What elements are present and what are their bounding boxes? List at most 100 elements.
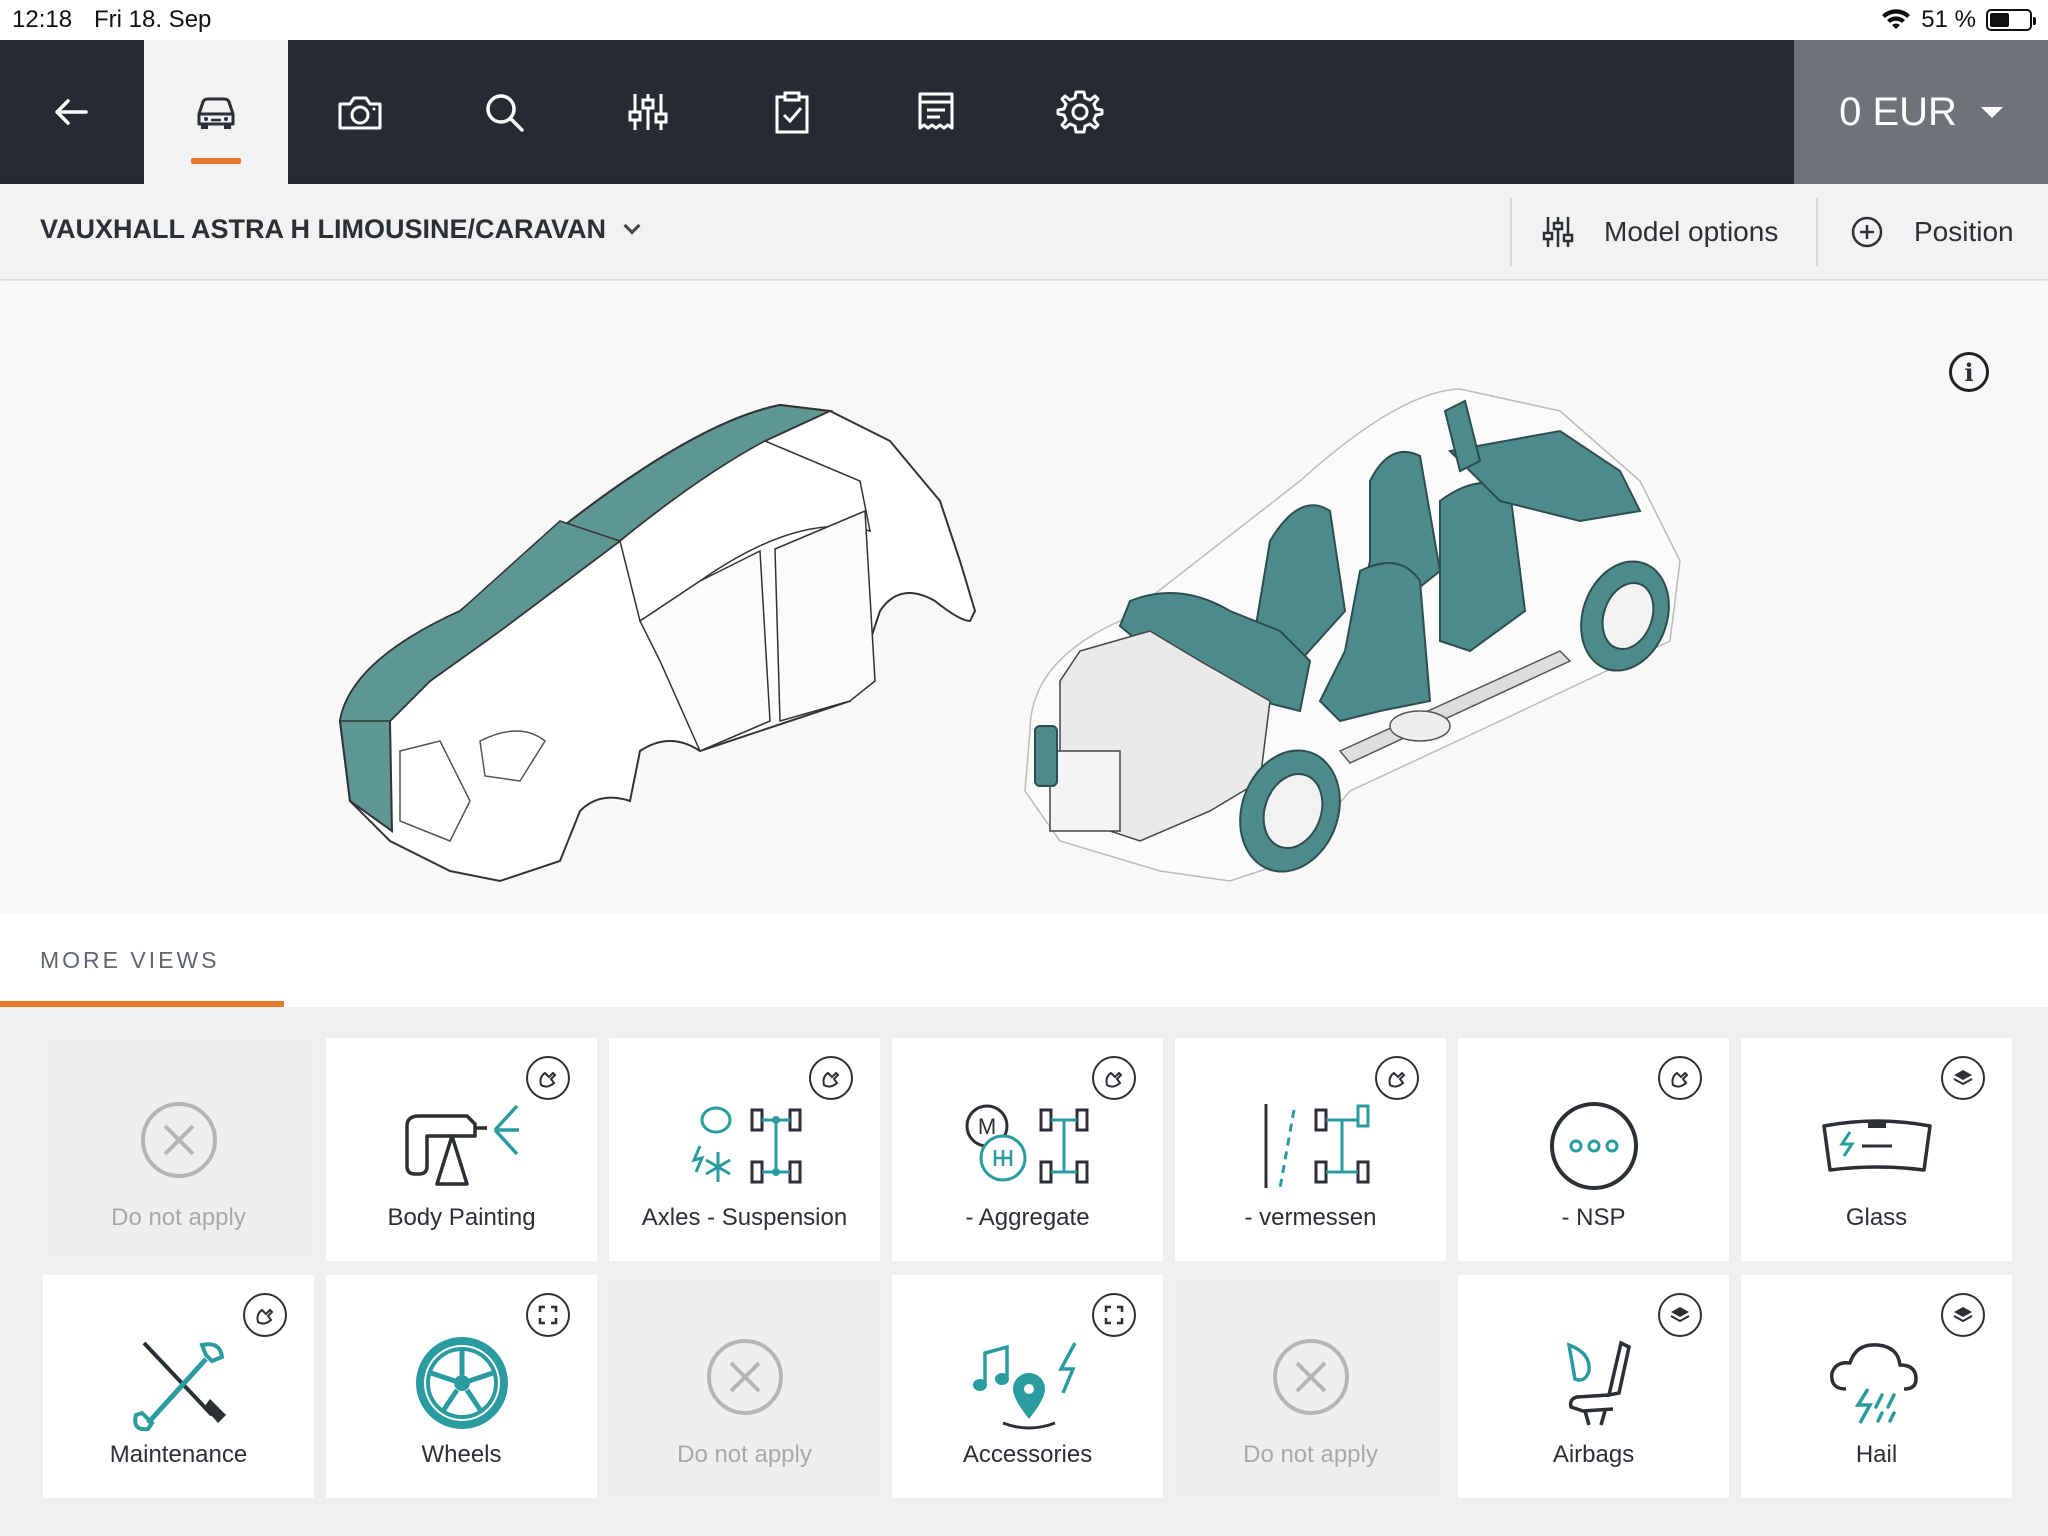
model-options-button[interactable]: Model options	[1542, 208, 1778, 256]
view-tile-vermessen[interactable]: - vermessen	[1175, 1038, 1446, 1261]
settings-button[interactable]	[1008, 40, 1152, 184]
layers-badge-icon	[1941, 1056, 1985, 1100]
tab-underline	[0, 1001, 284, 1007]
tile-label: Accessories	[962, 1441, 1093, 1468]
search-button[interactable]	[432, 40, 576, 184]
wrench-badge-icon	[1375, 1056, 1419, 1100]
tile-label: Do not apply	[111, 1204, 246, 1231]
back-button[interactable]	[0, 40, 144, 184]
position-button[interactable]: Position	[1850, 208, 2014, 256]
status-right: 51 %	[1881, 6, 2036, 34]
back-arrow-icon	[55, 99, 88, 125]
wheel-icon	[415, 1337, 508, 1429]
hail-cloud-icon	[1829, 1343, 1918, 1424]
dots-circle-icon	[1549, 1102, 1638, 1190]
view-tile-accessories[interactable]: Accessories	[892, 1275, 1163, 1498]
wrench-badge-icon	[526, 1056, 570, 1100]
view-tile-body-painting[interactable]: Body Painting	[326, 1038, 597, 1261]
view-tile-maintenance[interactable]: Maintenance	[43, 1275, 314, 1498]
more-views-tab[interactable]: MORE VIEWS	[0, 913, 2048, 1007]
camera-button[interactable]	[288, 40, 432, 184]
tile-label: - NSP	[1561, 1204, 1626, 1231]
gearbox-icon: M	[965, 1104, 1088, 1184]
tile-label: Body Painting	[387, 1204, 536, 1231]
x-circle-icon	[1272, 1339, 1349, 1415]
chevron-down-icon	[623, 217, 641, 234]
plus-circle-icon	[1851, 216, 1883, 248]
view-tile-hail[interactable]: Hail	[1741, 1275, 2012, 1498]
wrench-badge-icon	[809, 1056, 853, 1100]
tile-label: Maintenance	[109, 1441, 248, 1468]
view-tile-aggregate[interactable]: M - Aggregate	[892, 1038, 1163, 1261]
tile-label: Airbags	[1552, 1441, 1635, 1468]
model-options-label: Model options	[1604, 216, 1779, 247]
tile-label: Do not apply	[677, 1441, 812, 1468]
model-selector[interactable]: VAUXHALL ASTRA H LIMOUSINE/CARAVAN	[40, 214, 641, 245]
total-price: 0 EUR	[1839, 89, 1957, 134]
more-views-label: MORE VIEWS	[40, 947, 220, 973]
tile-label: Glass	[1845, 1204, 1908, 1231]
battery-icon	[1986, 9, 2036, 31]
view-tile-do-not-apply[interactable]: Do not apply	[43, 1038, 314, 1261]
clipboard-check-icon	[775, 91, 809, 134]
view-tile-airbags[interactable]: Airbags	[1458, 1275, 1729, 1498]
windshield-icon	[1821, 1119, 1932, 1172]
wifi-icon	[1882, 9, 1911, 29]
total-price-dropdown[interactable]: 0 EUR	[1794, 40, 2048, 184]
divider	[1816, 198, 1818, 266]
vehicle-graphic-viewer	[0, 281, 2048, 913]
vehicle-illustration	[338, 388, 1684, 886]
tile-label: Hail	[1855, 1441, 1898, 1468]
checklist-button[interactable]	[720, 40, 864, 184]
status-bar: 12:18 Fri 18. Sep 51 %	[0, 0, 2048, 40]
position-label: Position	[1914, 216, 2014, 247]
layers-badge-icon	[1941, 1293, 1985, 1337]
view-tile-glass[interactable]: Glass	[1741, 1038, 2012, 1261]
axle-icon	[690, 1106, 801, 1184]
invoice-button[interactable]	[864, 40, 1008, 184]
gear-icon	[1056, 90, 1104, 134]
view-tile-nsp[interactable]: - NSP	[1458, 1038, 1729, 1261]
tools-icon	[132, 1341, 226, 1432]
view-tile-wheels[interactable]: Wheels	[326, 1275, 597, 1498]
status-date: Fri 18. Sep	[94, 6, 212, 33]
view-tile-axles-suspension[interactable]: Axles - Suspension	[609, 1038, 880, 1261]
main-toolbar: 0 EUR	[0, 40, 2048, 184]
camera-icon	[338, 96, 382, 130]
car-chassis-graphic[interactable]	[1024, 388, 1684, 886]
vehicle-view-button[interactable]	[144, 40, 288, 184]
airbag-seat-icon	[1566, 1340, 1631, 1426]
caret-down-icon	[1980, 106, 2003, 118]
layers-badge-icon	[1658, 1293, 1702, 1337]
x-circle-icon	[140, 1102, 217, 1178]
info-icon[interactable]: i	[1949, 352, 1989, 392]
svg-text:M: M	[977, 1114, 995, 1139]
battery-percent: 51 %	[1921, 6, 1976, 33]
divider	[1510, 198, 1512, 266]
search-icon	[486, 94, 524, 132]
sliders-icon	[628, 94, 668, 130]
model-title: VAUXHALL ASTRA H LIMOUSINE/CARAVAN	[40, 214, 606, 244]
wrench-badge-icon	[1658, 1056, 1702, 1100]
spray-gun-icon	[404, 1104, 519, 1186]
wrench-badge-icon	[1092, 1056, 1136, 1100]
accessories-icon	[972, 1342, 1077, 1430]
expand-badge-icon	[526, 1293, 570, 1337]
status-time: 12:18	[12, 6, 73, 33]
car-icon	[197, 97, 235, 129]
tile-label: Wheels	[421, 1441, 502, 1468]
view-tile-do-not-apply[interactable]: Do not apply	[609, 1275, 880, 1498]
tile-label: - vermessen	[1244, 1204, 1377, 1231]
sliders-icon	[1542, 217, 1574, 247]
car-body-graphic[interactable]	[338, 403, 977, 883]
adjust-button[interactable]	[576, 40, 720, 184]
alignment-icon	[1264, 1104, 1369, 1189]
tile-label: - Aggregate	[965, 1204, 1090, 1231]
expand-badge-icon	[1092, 1293, 1136, 1337]
tile-label: Do not apply	[1243, 1441, 1378, 1468]
tile-label: Axles - Suspension	[641, 1204, 848, 1231]
view-tile-do-not-apply[interactable]: Do not apply	[1175, 1275, 1446, 1498]
wrench-badge-icon	[243, 1293, 287, 1337]
receipt-icon	[918, 92, 954, 130]
x-circle-icon	[706, 1339, 783, 1415]
